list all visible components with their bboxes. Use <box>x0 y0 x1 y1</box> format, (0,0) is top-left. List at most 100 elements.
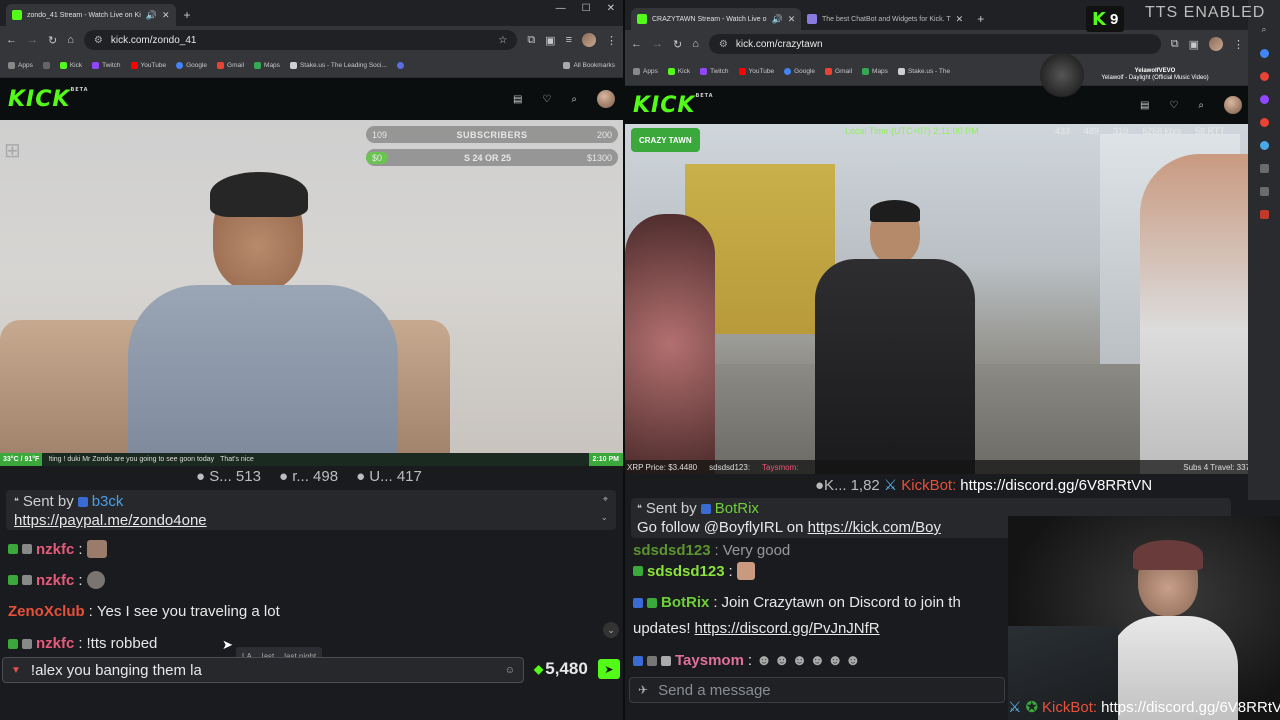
bookmark-apps[interactable]: Apps <box>8 62 33 69</box>
reading-list-icon[interactable]: ≡ <box>566 34 572 46</box>
forward-icon[interactable]: → <box>27 34 38 46</box>
bookmark-maps[interactable]: Maps <box>254 62 280 69</box>
site-info-icon[interactable]: ⚙ <box>719 39 728 50</box>
kick-icon <box>59 62 67 69</box>
pin-collapse-icon[interactable]: ⌄ <box>600 512 608 523</box>
bookmark-apps[interactable]: Apps <box>633 68 658 75</box>
close-tab-icon[interactable]: ✕ <box>788 14 796 25</box>
channel-points[interactable]: ◆ 5,480 <box>534 659 588 679</box>
site-info-icon[interactable]: ⚙ <box>94 35 103 46</box>
send-button[interactable]: ➤ <box>598 659 620 679</box>
sidebar-icon[interactable]: ▣ <box>1189 38 1199 51</box>
reload-icon[interactable]: ↻ <box>48 34 57 47</box>
bookmark-star-icon[interactable]: ☆ <box>498 35 507 46</box>
menu-icon[interactable]: ⋮ <box>606 34 617 47</box>
bookmark-kick[interactable]: Kick <box>59 62 82 69</box>
right-pinned-link[interactable]: https://kick.com/Boy <box>808 519 941 536</box>
bookmark-stake[interactable]: Stake.us - The Leading Soci... <box>289 62 387 69</box>
following-heart-icon[interactable]: ♡ <box>542 94 551 105</box>
minimize-icon[interactable]: — <box>556 3 566 14</box>
menu-icon[interactable]: ⋮ <box>1233 38 1244 51</box>
bookmark-youtube[interactable]: YouTube <box>130 62 166 69</box>
extensions-icon[interactable]: ⧉ <box>1171 38 1179 51</box>
all-bookmarks[interactable]: All Bookmarks <box>563 62 615 69</box>
kick-favicon-icon <box>12 10 22 20</box>
speaker-icon[interactable]: 🔊 <box>146 10 157 21</box>
kick-k-icon: K <box>1092 8 1106 30</box>
profile-avatar[interactable] <box>1209 37 1223 51</box>
bookmark-google[interactable]: Google <box>176 62 207 69</box>
extension-icon-6[interactable] <box>1259 164 1269 173</box>
right-chat-input[interactable]: ✈ Send a message <box>629 677 1005 703</box>
bookmark-gmail[interactable]: Gmail <box>217 62 244 69</box>
bookmark-grid[interactable] <box>42 62 50 69</box>
speaker-icon[interactable]: 🔊 <box>771 14 782 25</box>
bookmark-extra[interactable] <box>396 62 404 69</box>
store-icon[interactable]: ▤ <box>513 94 522 105</box>
forward-icon[interactable]: → <box>652 38 663 50</box>
extension-icon-5[interactable] <box>1259 141 1269 150</box>
reload-icon[interactable]: ↻ <box>673 38 682 51</box>
extension-icon-2[interactable] <box>1259 72 1269 81</box>
bookmark-google[interactable]: Google <box>784 68 815 75</box>
left-pinned-link[interactable]: https://paypal.me/zondo4one <box>14 512 207 529</box>
extensions-icon[interactable]: ⧉ <box>527 34 535 47</box>
bookmark-twitch[interactable]: Twitch <box>700 68 729 75</box>
search-icon[interactable]: ⌕ <box>571 94 577 105</box>
new-tab-icon[interactable]: + <box>969 8 992 30</box>
left-pinned-message[interactable]: ❝ Sent by b3ck https://paypal.me/zondo4o… <box>6 490 616 530</box>
right-tab-active[interactable]: CRAZYTAWN Stream - Watch Live o 🔊 ✕ <box>631 8 801 30</box>
right-discord-link[interactable]: https://discord.gg/PvJnJNfR <box>695 620 880 637</box>
store-icon[interactable]: ▤ <box>1140 100 1149 111</box>
extension-icon-8[interactable] <box>1259 210 1269 219</box>
bookmark-stake[interactable]: Stake.us - The <box>897 68 950 75</box>
bookmark-gmail[interactable]: Gmail <box>825 68 852 75</box>
streamer-silhouette <box>118 172 408 466</box>
home-icon[interactable]: ⌂ <box>67 34 74 46</box>
left-stats-row: ● S... 513 ● r... 498 ● U... 417 <box>196 468 422 485</box>
close-window-icon[interactable]: ✕ <box>607 3 615 14</box>
left-chat-input[interactable]: ▼ !alex you banging them la ☺ <box>2 657 524 683</box>
right-ticker-bar: XRP Price: $3.4480 sdsdsd123: Taysmom: S… <box>625 460 1280 474</box>
user-avatar[interactable] <box>597 90 615 108</box>
right-chat-input-placeholder: Send a message <box>658 681 771 699</box>
extension-icon-7[interactable] <box>1259 187 1269 196</box>
right-video-player[interactable]: CRAZY TAWN Local Time (UTC+07) 2:11:00 P… <box>625 124 1280 474</box>
back-icon[interactable]: ← <box>631 38 642 50</box>
back-icon[interactable]: ← <box>6 34 17 46</box>
bookmark-twitch[interactable]: Twitch <box>92 62 121 69</box>
close-tab-icon[interactable]: ✕ <box>956 14 964 25</box>
following-heart-icon[interactable]: ♡ <box>1169 100 1178 111</box>
close-tab-icon[interactable]: ✕ <box>162 10 170 21</box>
bookmark-maps[interactable]: Maps <box>862 68 888 75</box>
new-tab-icon[interactable]: + <box>176 4 199 26</box>
extension-icon-4[interactable] <box>1259 118 1269 127</box>
sidebar-icon[interactable]: ▣ <box>545 34 555 47</box>
left-tab-active[interactable]: zondo_41 Stream - Watch Live on Ki 🔊 ✕ <box>6 4 176 26</box>
left-video-player[interactable]: 109 SUBSCRIBERS 200 $0 S 24 OR 25 $1300 … <box>0 120 623 466</box>
user-avatar[interactable] <box>1224 96 1242 114</box>
emote-picker-icon[interactable]: ▼ <box>11 665 21 676</box>
sub-badge-icon <box>22 575 32 585</box>
pin-toggle-icon[interactable]: ⌖ <box>603 494 608 505</box>
extension-icon-3[interactable] <box>1259 95 1269 104</box>
emoji-icon[interactable]: ☺ <box>505 665 515 676</box>
right-chat-msg-1: sdsdsd123: Very good <box>633 542 791 559</box>
kick-logo[interactable]: KICKBETA <box>633 93 714 118</box>
home-icon[interactable]: ⌂ <box>692 38 699 50</box>
left-address-bar[interactable]: ⚙ kick.com/zondo_41 ☆ <box>83 30 518 50</box>
bookmark-kick[interactable]: Kick <box>667 68 690 75</box>
search-icon[interactable]: ⌕ <box>1261 24 1266 35</box>
maximize-icon[interactable]: ☐ <box>582 3 591 14</box>
kick-logo[interactable]: KICKBETA <box>8 87 89 112</box>
left-bookmarks-bar: Apps Kick Twitch YouTube Google Gmail Ma… <box>0 54 623 78</box>
right-tab-botrix[interactable]: The best ChatBot and Widgets for Kick. T… <box>801 8 969 30</box>
search-icon[interactable]: ⌕ <box>1198 100 1204 111</box>
left-person-shape <box>625 214 715 474</box>
right-address-bar[interactable]: ⚙ kick.com/crazytawn <box>708 34 1161 54</box>
emote-picker-icon[interactable]: ✈ <box>638 683 648 697</box>
profile-avatar[interactable] <box>582 33 596 47</box>
bookmark-youtube[interactable]: YouTube <box>738 68 774 75</box>
extension-icon-1[interactable] <box>1259 49 1269 58</box>
scroll-down-icon[interactable]: ⌄ <box>603 622 619 638</box>
